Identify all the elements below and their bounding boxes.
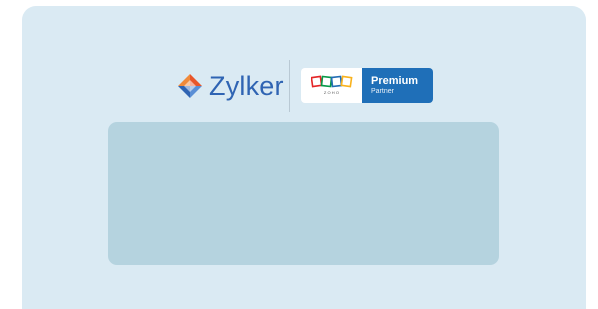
partner-tier: Premium Partner [362, 68, 433, 103]
zoho-logo-icon: ZOHO [311, 75, 353, 95]
zoho-logo-caption: ZOHO [324, 90, 340, 95]
brand-name: Zylker [209, 71, 284, 101]
zoho-logo: ZOHO [301, 68, 362, 103]
content-placeholder [108, 122, 499, 265]
brand-logo: Zylker [176, 68, 284, 104]
logo-divider [289, 60, 290, 112]
zylker-logo-icon [178, 74, 202, 98]
partner-tier-title: Premium [371, 75, 419, 87]
partner-tier-label: Partner [371, 88, 394, 95]
logo-row: Zylker ZOHO Premium Partner [22, 60, 586, 112]
premium-partner-badge: ZOHO Premium Partner [301, 68, 433, 103]
partner-card: Zylker ZOHO Premium Partner [22, 6, 586, 309]
